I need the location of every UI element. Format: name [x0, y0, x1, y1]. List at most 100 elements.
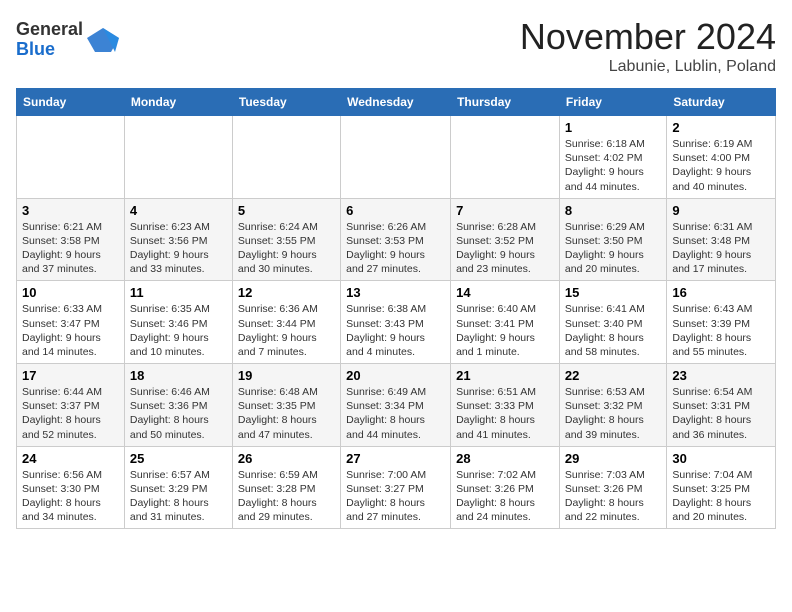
calendar-cell: 8 Sunrise: 6:29 AM Sunset: 3:50 PM Daylig…	[559, 198, 666, 281]
calendar-cell: 3Sunrise: 6:21 AM Sunset: 3:58 PM Daylig…	[17, 198, 125, 281]
calendar-cell: 9 Sunrise: 6:31 AM Sunset: 3:48 PM Daylig…	[667, 198, 776, 281]
day-number: 24	[22, 451, 119, 466]
day-number: 6	[346, 203, 445, 218]
day-detail: Sunrise: 6:19 AM Sunset: 4:00 PM Dayligh…	[672, 138, 752, 193]
calendar-cell: 15Sunrise: 6:41 AM Sunset: 3:40 PM Dayli…	[559, 281, 666, 364]
calendar-cell: 28 Sunrise: 7:02 AM Sunset: 3:26 PM Dayli…	[451, 446, 560, 529]
logo-blue-text: Blue	[16, 40, 83, 60]
header-row: SundayMondayTuesdayWednesdayThursdayFrid…	[17, 89, 776, 116]
day-number: 20	[346, 368, 445, 383]
calendar-cell: 14 Sunrise: 6:40 AM Sunset: 3:41 PM Dayli…	[451, 281, 560, 364]
calendar-cell: 12Sunrise: 6:36 AM Sunset: 3:44 PM Dayli…	[232, 281, 340, 364]
day-detail: Sunrise: 6:59 AM Sunset: 3:28 PM Dayligh…	[238, 469, 318, 524]
day-detail: Sunrise: 6:49 AM Sunset: 3:34 PM Dayligh…	[346, 386, 426, 441]
day-number: 9	[672, 203, 770, 218]
week-row-4: 17Sunrise: 6:44 AM Sunset: 3:37 PM Dayli…	[17, 364, 776, 447]
calendar-cell: 26 Sunrise: 6:59 AM Sunset: 3:28 PM Dayli…	[232, 446, 340, 529]
calendar-cell: 20 Sunrise: 6:49 AM Sunset: 3:34 PM Dayli…	[341, 364, 451, 447]
calendar-cell	[124, 116, 232, 199]
day-number: 2	[672, 120, 770, 135]
day-number: 30	[672, 451, 770, 466]
day-detail: Sunrise: 6:36 AM Sunset: 3:44 PM Dayligh…	[238, 303, 318, 358]
day-number: 29	[565, 451, 661, 466]
day-number: 11	[130, 285, 227, 300]
week-row-5: 24Sunrise: 6:56 AM Sunset: 3:30 PM Dayli…	[17, 446, 776, 529]
day-detail: Sunrise: 6:26 AM Sunset: 3:53 PM Dayligh…	[346, 221, 426, 276]
day-detail: Sunrise: 6:23 AM Sunset: 3:56 PM Dayligh…	[130, 221, 210, 276]
day-number: 17	[22, 368, 119, 383]
day-detail: Sunrise: 6:40 AM Sunset: 3:41 PM Dayligh…	[456, 303, 536, 358]
calendar-cell: 29Sunrise: 7:03 AM Sunset: 3:26 PM Dayli…	[559, 446, 666, 529]
page-header: General Blue November 2024 Labunie, Lubl…	[16, 16, 776, 76]
day-number: 8	[565, 203, 661, 218]
calendar-cell: 11 Sunrise: 6:35 AM Sunset: 3:46 PM Dayli…	[124, 281, 232, 364]
day-detail: Sunrise: 7:00 AM Sunset: 3:27 PM Dayligh…	[346, 469, 426, 524]
day-number: 28	[456, 451, 554, 466]
col-header-tuesday: Tuesday	[232, 89, 340, 116]
location-title: Labunie, Lublin, Poland	[520, 58, 776, 76]
day-detail: Sunrise: 6:51 AM Sunset: 3:33 PM Dayligh…	[456, 386, 536, 441]
calendar-cell: 1 Sunrise: 6:18 AM Sunset: 4:02 PM Daylig…	[559, 116, 666, 199]
calendar-cell: 21 Sunrise: 6:51 AM Sunset: 3:33 PM Dayli…	[451, 364, 560, 447]
day-detail: Sunrise: 6:43 AM Sunset: 3:39 PM Dayligh…	[672, 303, 752, 358]
calendar-cell: 25 Sunrise: 6:57 AM Sunset: 3:29 PM Dayli…	[124, 446, 232, 529]
week-row-3: 10 Sunrise: 6:33 AM Sunset: 3:47 PM Dayli…	[17, 281, 776, 364]
logo: General Blue	[16, 20, 119, 60]
col-header-sunday: Sunday	[17, 89, 125, 116]
calendar-cell: 19 Sunrise: 6:48 AM Sunset: 3:35 PM Dayli…	[232, 364, 340, 447]
day-number: 22	[565, 368, 661, 383]
day-detail: Sunrise: 6:57 AM Sunset: 3:29 PM Dayligh…	[130, 469, 210, 524]
day-number: 4	[130, 203, 227, 218]
day-number: 25	[130, 451, 227, 466]
day-detail: Sunrise: 7:04 AM Sunset: 3:25 PM Dayligh…	[672, 469, 752, 524]
title-block: November 2024 Labunie, Lublin, Poland	[520, 16, 776, 76]
day-detail: Sunrise: 6:29 AM Sunset: 3:50 PM Dayligh…	[565, 221, 645, 276]
calendar-cell: 17Sunrise: 6:44 AM Sunset: 3:37 PM Dayli…	[17, 364, 125, 447]
day-detail: Sunrise: 6:54 AM Sunset: 3:31 PM Dayligh…	[672, 386, 752, 441]
day-number: 15	[565, 285, 661, 300]
day-number: 19	[238, 368, 335, 383]
day-detail: Sunrise: 6:18 AM Sunset: 4:02 PM Dayligh…	[565, 138, 645, 193]
day-detail: Sunrise: 7:02 AM Sunset: 3:26 PM Dayligh…	[456, 469, 536, 524]
calendar-cell: 16Sunrise: 6:43 AM Sunset: 3:39 PM Dayli…	[667, 281, 776, 364]
calendar-cell: 23 Sunrise: 6:54 AM Sunset: 3:31 PM Dayli…	[667, 364, 776, 447]
week-row-2: 3Sunrise: 6:21 AM Sunset: 3:58 PM Daylig…	[17, 198, 776, 281]
calendar-cell: 18 Sunrise: 6:46 AM Sunset: 3:36 PM Dayli…	[124, 364, 232, 447]
day-number: 10	[22, 285, 119, 300]
day-number: 21	[456, 368, 554, 383]
month-title: November 2024	[520, 16, 776, 58]
day-number: 26	[238, 451, 335, 466]
calendar-cell: 7 Sunrise: 6:28 AM Sunset: 3:52 PM Daylig…	[451, 198, 560, 281]
col-header-friday: Friday	[559, 89, 666, 116]
col-header-wednesday: Wednesday	[341, 89, 451, 116]
col-header-monday: Monday	[124, 89, 232, 116]
calendar-cell: 2 Sunrise: 6:19 AM Sunset: 4:00 PM Daylig…	[667, 116, 776, 199]
day-number: 14	[456, 285, 554, 300]
col-header-saturday: Saturday	[667, 89, 776, 116]
calendar-table: SundayMondayTuesdayWednesdayThursdayFrid…	[16, 88, 776, 529]
day-detail: Sunrise: 6:46 AM Sunset: 3:36 PM Dayligh…	[130, 386, 210, 441]
calendar-cell: 10 Sunrise: 6:33 AM Sunset: 3:47 PM Dayli…	[17, 281, 125, 364]
day-number: 13	[346, 285, 445, 300]
calendar-cell	[232, 116, 340, 199]
calendar-cell: 5Sunrise: 6:24 AM Sunset: 3:55 PM Daylig…	[232, 198, 340, 281]
col-header-thursday: Thursday	[451, 89, 560, 116]
day-number: 7	[456, 203, 554, 218]
day-number: 27	[346, 451, 445, 466]
day-number: 23	[672, 368, 770, 383]
day-detail: Sunrise: 6:35 AM Sunset: 3:46 PM Dayligh…	[130, 303, 210, 358]
day-detail: Sunrise: 6:28 AM Sunset: 3:52 PM Dayligh…	[456, 221, 536, 276]
day-number: 5	[238, 203, 335, 218]
calendar-cell: 27 Sunrise: 7:00 AM Sunset: 3:27 PM Dayli…	[341, 446, 451, 529]
day-number: 18	[130, 368, 227, 383]
day-detail: Sunrise: 6:33 AM Sunset: 3:47 PM Dayligh…	[22, 303, 102, 358]
day-detail: Sunrise: 6:31 AM Sunset: 3:48 PM Dayligh…	[672, 221, 752, 276]
day-detail: Sunrise: 6:48 AM Sunset: 3:35 PM Dayligh…	[238, 386, 318, 441]
calendar-cell: 24Sunrise: 6:56 AM Sunset: 3:30 PM Dayli…	[17, 446, 125, 529]
logo-general-text: General	[16, 20, 83, 40]
day-detail: Sunrise: 6:53 AM Sunset: 3:32 PM Dayligh…	[565, 386, 645, 441]
calendar-cell: 30 Sunrise: 7:04 AM Sunset: 3:25 PM Dayli…	[667, 446, 776, 529]
day-number: 1	[565, 120, 661, 135]
calendar-cell: 6 Sunrise: 6:26 AM Sunset: 3:53 PM Daylig…	[341, 198, 451, 281]
calendar-cell: 13Sunrise: 6:38 AM Sunset: 3:43 PM Dayli…	[341, 281, 451, 364]
